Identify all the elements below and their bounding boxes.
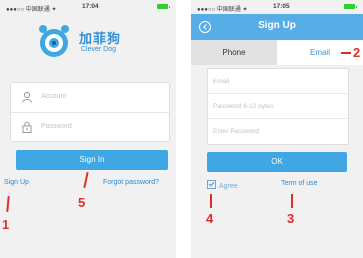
carrier-signal: ●●●○○ 中国联通 ✦	[197, 7, 248, 13]
annotation-tick-1	[6, 195, 10, 213]
terms-of-use-link[interactable]: Term of use	[281, 180, 318, 187]
signin-screen: ●●●○○ 中国联通 ✦ 17:04 加菲狗 Clever Dog Accoun…	[0, 0, 176, 258]
app-logo: 加菲狗 Clever Dog	[35, 22, 155, 62]
account-placeholder: Account	[41, 93, 67, 100]
annotation-2: 2	[353, 45, 361, 60]
battery-icon	[344, 4, 357, 9]
lock-icon	[22, 121, 32, 133]
clever-dog-logo-icon	[39, 25, 69, 57]
password-field[interactable]: Password	[11, 113, 169, 142]
annotation-tick-2	[341, 52, 351, 54]
signup-tabs: Phone Email	[191, 40, 363, 65]
agree-label: Agree	[219, 183, 238, 190]
annotation-5: 5	[78, 195, 86, 210]
battery-icon	[157, 4, 170, 9]
annotation-tick-4	[210, 194, 212, 208]
checkbox-checked-icon	[207, 180, 216, 189]
annotation-tick-5	[83, 171, 89, 189]
page-title: Sign Up	[258, 20, 296, 31]
login-form: Account Password	[10, 82, 170, 142]
logo-name-en: Clever Dog	[81, 46, 117, 53]
status-time: 17:04	[82, 3, 99, 10]
annotation-tick-3	[291, 194, 293, 208]
sign-up-link[interactable]: Sign Up	[4, 179, 29, 186]
annotation-1: 1	[2, 217, 10, 232]
confirm-password-field[interactable]: Enter Password	[208, 119, 348, 144]
signup-screen: ●●●○○ 中国联通 ✦ 17:05 Sign Up Phone Email E…	[191, 0, 363, 258]
nav-bar: Sign Up	[191, 14, 363, 40]
user-icon	[22, 91, 32, 103]
annotation-4: 4	[206, 211, 214, 226]
account-field[interactable]: Account	[11, 83, 169, 113]
tab-phone[interactable]: Phone	[191, 40, 277, 65]
sign-in-button[interactable]: Sign In	[16, 150, 168, 170]
signup-form: Email Password 6-12 bytes Enter Password	[207, 68, 349, 145]
status-bar: ●●●○○ 中国联通 ✦ 17:05	[191, 0, 363, 14]
annotation-3: 3	[287, 211, 295, 226]
status-bar: ●●●○○ 中国联通 ✦ 17:04	[0, 0, 176, 14]
status-time: 17:05	[273, 3, 290, 10]
logo-name-cn: 加菲狗	[79, 31, 122, 46]
password-placeholder: Password	[41, 123, 72, 130]
carrier-signal: ●●●○○ 中国联通 ✦	[6, 7, 57, 13]
ok-button[interactable]: OK	[207, 152, 347, 172]
agree-checkbox[interactable]: Agree	[207, 180, 238, 190]
forgot-password-link[interactable]: Forgot password?	[103, 179, 159, 186]
email-field[interactable]: Email	[208, 69, 348, 94]
password-field[interactable]: Password 6-12 bytes	[208, 94, 348, 119]
